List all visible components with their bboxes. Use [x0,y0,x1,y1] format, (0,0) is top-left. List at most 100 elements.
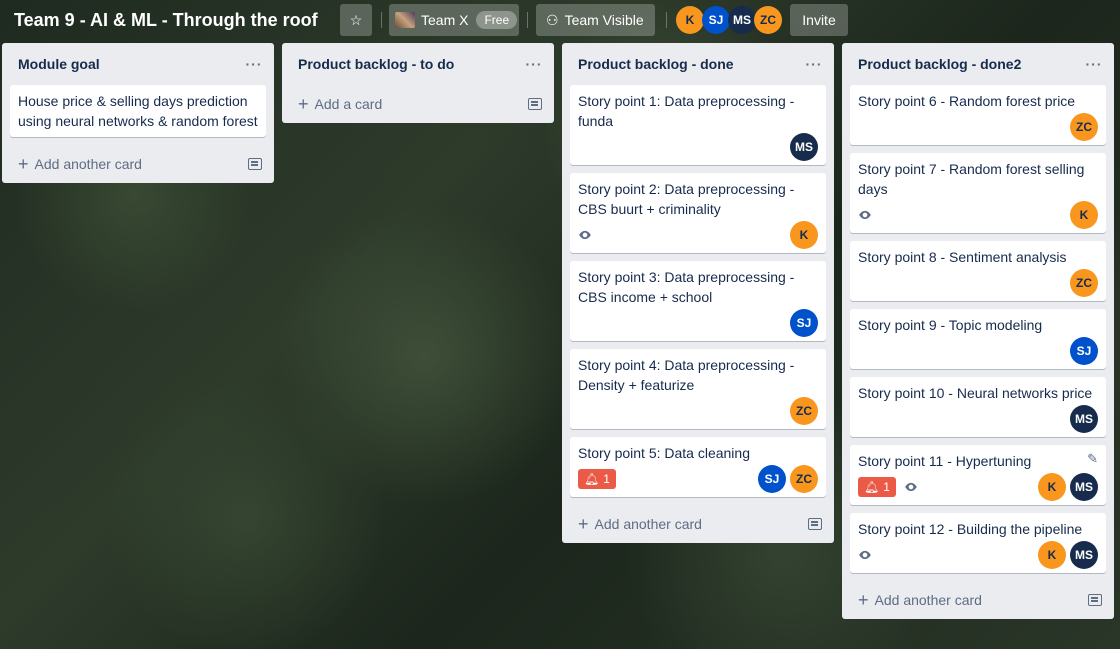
eye-icon [858,208,872,222]
team-icon: ⚇ [546,11,559,28]
list: Product backlog - done2 ··· Story point 6 … [842,43,1114,619]
member-avatar[interactable]: SJ [1070,337,1098,365]
list-card[interactable]: Story point 5: Data cleaning 🔔︎ 1 SJ ZC [570,437,826,497]
board-title[interactable]: Team 9 - AI & ML - Through the roof [14,8,318,32]
card-title: Story point 1: Data preprocessing - fund… [578,93,795,129]
visibility-button[interactable]: ⚇ Team Visible [536,4,655,36]
card-members: K MS [1034,541,1098,569]
list-header: Product backlog - to do ··· [290,43,546,85]
card-footer: ZC [858,269,1098,297]
add-card-button[interactable]: + Add a card [290,85,546,123]
member-avatar[interactable]: K [1070,201,1098,229]
member-avatar[interactable]: MS [728,6,756,34]
due-alert-badge[interactable]: 🔔︎ 1 [858,477,896,497]
list: Module goal ··· House price & selling days… [2,43,274,183]
card-members: SJ [786,309,818,337]
member-avatar[interactable]: MS [1070,541,1098,569]
plus-icon: + [298,94,309,114]
member-avatar[interactable]: K [1038,541,1066,569]
list-card[interactable]: Story point 1: Data preprocessing - fund… [570,85,826,165]
card-title: Story point 12 - Building the pipeline [858,521,1083,537]
member-avatar[interactable]: K [790,221,818,249]
header-divider [527,12,528,28]
member-avatar[interactable]: ZC [754,6,782,34]
card-title: Story point 3: Data preprocessing - CBS … [578,269,795,305]
card-members: K MS [1034,473,1098,501]
card-badges [858,208,880,222]
card-footer: SJ [858,337,1098,365]
star-icon: ☆ [349,11,363,28]
ellipsis-icon[interactable]: ··· [1082,56,1106,72]
list-card[interactable]: Story point 3: Data preprocessing - CBS … [570,261,826,341]
add-card-label-group: + Add another card [578,515,702,533]
list-card[interactable]: Story point 7 - Random forest selling da… [850,153,1106,233]
card-badges [858,548,880,562]
member-avatar[interactable]: SJ [702,6,730,34]
alert-count: 1 [883,480,890,494]
team-button[interactable]: Team X Free [389,4,519,36]
card-template-icon[interactable] [1088,594,1102,606]
list-card[interactable]: Story point 2: Data preprocessing - CBS … [570,173,826,253]
card-members: K [1066,201,1098,229]
card-footer: ZC [578,397,818,425]
card-footer: 🔔︎ 1 SJ ZC [578,465,818,493]
star-button[interactable]: ☆ [340,4,372,36]
member-avatar[interactable]: ZC [790,397,818,425]
plus-icon: + [18,154,29,174]
card-title: Story point 4: Data preprocessing - Dens… [578,357,795,393]
pencil-icon[interactable]: ✎ [1087,451,1098,467]
member-avatar[interactable]: ZC [1070,113,1098,141]
member-avatar[interactable]: K [676,6,704,34]
member-avatar[interactable]: ZC [790,465,818,493]
ellipsis-icon[interactable]: ··· [242,56,266,72]
ellipsis-icon[interactable]: ··· [802,56,826,72]
member-avatar[interactable]: ZC [1070,269,1098,297]
list-card[interactable]: ✎ Story point 11 - Hypertuning 🔔︎ 1 K MS [850,445,1106,505]
member-avatar[interactable]: MS [1070,405,1098,433]
bell-icon: 🔔︎ [584,472,600,486]
member-avatar[interactable]: K [1038,473,1066,501]
list-card[interactable]: Story point 6 - Random forest price ZC [850,85,1106,145]
list-title[interactable]: Product backlog - to do [298,56,454,72]
card-template-icon[interactable] [808,518,822,530]
card-title: Story point 9 - Topic modeling [858,317,1043,333]
bell-icon: 🔔︎ [864,480,880,494]
card-footer: K MS [858,541,1098,569]
card-footer: MS [858,405,1098,433]
list-title[interactable]: Product backlog - done [578,56,734,72]
board-members: K SJ MS ZC [676,6,782,34]
add-card-label-group: + Add another card [18,155,142,173]
list-card[interactable]: Story point 12 - Building the pipeline K M… [850,513,1106,573]
member-avatar[interactable]: MS [790,133,818,161]
due-alert-badge[interactable]: 🔔︎ 1 [578,469,616,489]
card-template-icon[interactable] [248,158,262,170]
card-footer: K [578,221,818,249]
list-card[interactable]: Story point 8 - Sentiment analysis ZC [850,241,1106,301]
list-header: Product backlog - done2 ··· [850,43,1106,85]
header-divider [666,12,667,28]
card-badges: 🔔︎ 1 [578,469,624,489]
list-title[interactable]: Module goal [18,56,100,72]
visibility-label: Team Visible [564,12,644,28]
list-card[interactable]: Story point 4: Data preprocessing - Dens… [570,349,826,429]
card-members: ZC [1066,113,1098,141]
add-card-button[interactable]: + Add another card [570,505,826,543]
card-members: SJ [1066,337,1098,365]
eye-icon [858,548,872,562]
member-avatar[interactable]: SJ [758,465,786,493]
team-name: Team X [421,12,469,28]
add-card-label: Add another card [594,516,702,532]
member-avatar[interactable]: SJ [790,309,818,337]
member-avatar[interactable]: MS [1070,473,1098,501]
plus-icon: + [578,514,589,534]
card-members: ZC [786,397,818,425]
invite-button[interactable]: Invite [790,4,848,36]
add-card-button[interactable]: + Add another card [10,145,266,183]
list-card[interactable]: Story point 9 - Topic modeling SJ [850,309,1106,369]
list-card[interactable]: House price & selling days prediction us… [10,85,266,137]
list-card[interactable]: Story point 10 - Neural networks price MS [850,377,1106,437]
add-card-button[interactable]: + Add another card [850,581,1106,619]
ellipsis-icon[interactable]: ··· [522,56,546,72]
card-template-icon[interactable] [528,98,542,110]
list-title[interactable]: Product backlog - done2 [858,56,1021,72]
